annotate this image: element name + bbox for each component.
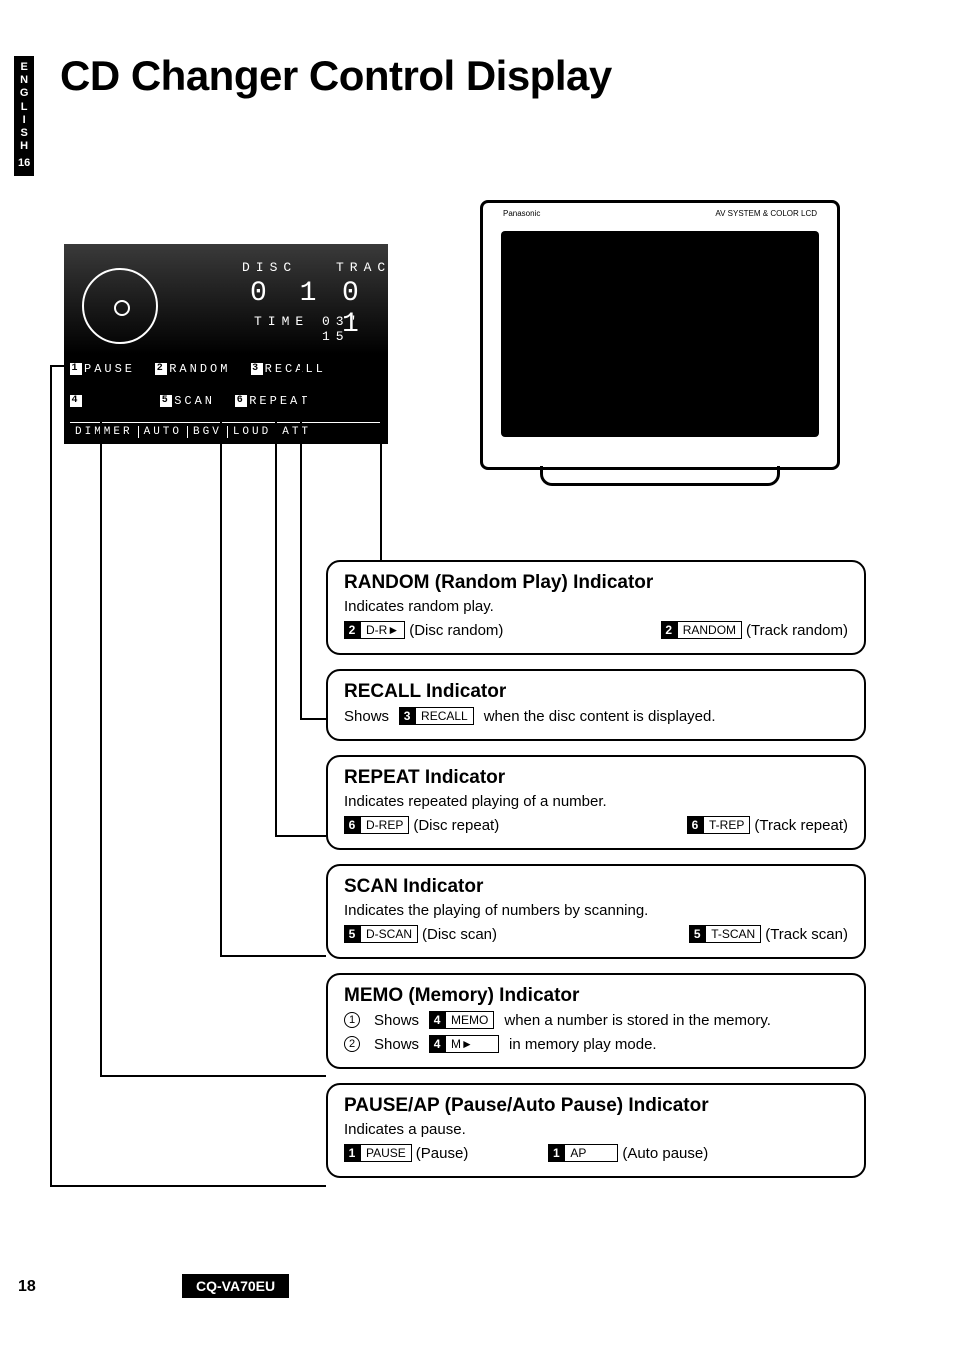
time-value: 03' 15 <box>322 314 388 344</box>
callout-list: RANDOM (Random Play) Indicator Indicates… <box>326 560 866 1192</box>
leader-line <box>50 1185 326 1187</box>
recall-indicator: 3RECALL <box>251 362 326 376</box>
callout-desc: Indicates a pause. <box>344 1121 848 1138</box>
leader-line <box>50 365 64 367</box>
tag: 6T-REP(Track repeat) <box>687 816 848 834</box>
leader-line <box>220 358 380 360</box>
page-title: CD Changer Control Display <box>60 52 612 100</box>
lcd-display: DISC TRACK 0 1 0 1 TIME 03' 15 1PAUSE 2R… <box>64 244 388 444</box>
leader-line <box>100 395 102 1075</box>
callout-desc: Indicates random play. <box>344 598 848 615</box>
status-loud: LOUD <box>228 426 277 438</box>
leader-line <box>100 1075 326 1077</box>
callout-tags: 2D-R►(Disc random) 2RANDOM(Track random) <box>344 621 848 639</box>
callout-tags: Shows 3RECALL when the disc content is d… <box>344 707 848 725</box>
page-number: 18 <box>18 1278 36 1296</box>
memo-indicator: 4 <box>70 395 140 407</box>
circled-number: 2 <box>344 1036 360 1052</box>
status-bgv: BGV <box>188 426 228 438</box>
callout-tags: 6D-REP(Disc repeat) 6T-REP(Track repeat) <box>344 816 848 834</box>
tag: 2RANDOM(Track random) <box>661 621 848 639</box>
callout-title: MEMO (Memory) Indicator <box>344 985 848 1007</box>
pause-indicator: 1PAUSE <box>70 362 135 376</box>
monitor-body: Panasonic AV SYSTEM & COLOR LCD <box>480 200 840 470</box>
leader-line <box>275 835 326 837</box>
callout-repeat: REPEAT Indicator Indicates repeated play… <box>326 755 866 850</box>
lcd-status-bar: DIMMER AUTO BGV LOUD ATT <box>70 422 382 438</box>
tag: 2D-R►(Disc random) <box>344 621 503 639</box>
monitor-brand-right: AV SYSTEM & COLOR LCD <box>715 209 817 218</box>
track-label: TRACK <box>336 260 405 275</box>
callout-title: RECALL Indicator <box>344 681 848 703</box>
language-tab: ENGLISH 16 <box>14 56 34 176</box>
lcd-indicator-row1: 1PAUSE 2RANDOM 3RECALL <box>70 360 382 376</box>
leader-line <box>50 365 52 1185</box>
tag: 1PAUSE(Pause) <box>344 1144 468 1162</box>
monitor-stand <box>540 466 780 486</box>
language-letters: ENGLISH <box>18 61 30 153</box>
monitor-illustration: Panasonic AV SYSTEM & COLOR LCD <box>480 200 840 470</box>
time-label: TIME <box>254 314 309 329</box>
callout-scan: SCAN Indicator Indicates the playing of … <box>326 864 866 959</box>
disc-value: 0 1 <box>250 278 324 309</box>
tag: 6D-REP(Disc repeat) <box>344 816 499 834</box>
language-pageref: 16 <box>18 157 30 170</box>
callout-tags: 1PAUSE(Pause) 1AP(Auto pause) <box>344 1144 848 1162</box>
callout-desc: Indicates repeated playing of a number. <box>344 793 848 810</box>
callout-pause: PAUSE/AP (Pause/Auto Pause) Indicator In… <box>326 1083 866 1178</box>
tag: 5T-SCAN(Track scan) <box>689 925 848 943</box>
tag: 1AP(Auto pause) <box>548 1144 708 1162</box>
callout-line: 2 Shows 4M► in memory play mode. <box>344 1035 848 1053</box>
disc-icon <box>82 268 158 344</box>
random-indicator: 2RANDOM <box>155 362 230 376</box>
monitor-brand-row: Panasonic AV SYSTEM & COLOR LCD <box>503 209 817 218</box>
tag: 4MEMO <box>429 1011 494 1029</box>
tag: 5D-SCAN(Disc scan) <box>344 925 497 943</box>
callout-title: RANDOM (Random Play) Indicator <box>344 572 848 594</box>
callout-line: 1 Shows 4MEMO when a number is stored in… <box>344 1011 848 1029</box>
monitor-screen <box>501 231 819 437</box>
callout-pre: Shows <box>344 708 389 725</box>
callout-memo: MEMO (Memory) Indicator 1 Shows 4MEMO wh… <box>326 973 866 1069</box>
callout-title: REPEAT Indicator <box>344 767 848 789</box>
callout-post: when the disc content is displayed. <box>484 708 716 725</box>
leader-line <box>220 406 222 956</box>
callout-title: PAUSE/AP (Pause/Auto Pause) Indicator <box>344 1095 848 1117</box>
callout-tags: 5D-SCAN(Disc scan) 5T-SCAN(Track scan) <box>344 925 848 943</box>
callout-random: RANDOM (Random Play) Indicator Indicates… <box>326 560 866 655</box>
model-badge: CQ-VA70EU <box>182 1274 289 1298</box>
lcd-top: DISC TRACK 0 1 0 1 TIME 03' 15 <box>64 244 388 354</box>
callout-title: SCAN Indicator <box>344 876 848 898</box>
leader-line <box>300 718 326 720</box>
callout-desc: Indicates the playing of numbers by scan… <box>344 902 848 919</box>
callout-recall: RECALL Indicator Shows 3RECALL when the … <box>326 669 866 741</box>
tag: 4M► <box>429 1035 499 1053</box>
status-att: ATT <box>277 426 316 438</box>
status-auto: AUTO <box>139 426 188 438</box>
leader-line <box>300 358 302 718</box>
circled-number: 1 <box>344 1012 360 1028</box>
tag: 3RECALL <box>399 707 474 725</box>
status-dimmer: DIMMER <box>70 426 139 438</box>
leader-line <box>220 955 326 957</box>
lcd-indicator-row2: 4 5SCAN 6REPEAT <box>70 392 382 408</box>
disc-label: DISC <box>242 260 297 275</box>
scan-indicator: 5SCAN <box>160 394 215 408</box>
leader-line <box>275 406 277 836</box>
monitor-brand-left: Panasonic <box>503 209 540 218</box>
